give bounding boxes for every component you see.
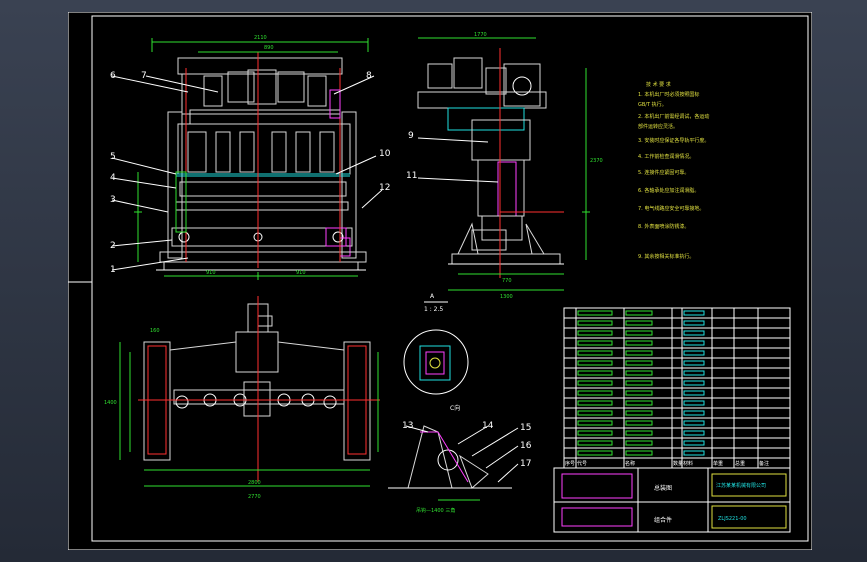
detail-a-label: A xyxy=(430,293,435,300)
bom-header-cell: 单重 xyxy=(713,460,723,467)
plan-view: 2800 2770 1400 160 xyxy=(104,296,380,500)
dim-plan-bottom-1: 2800 xyxy=(248,480,261,486)
title-block: 总装图 组合件 江苏某某机械有限公司 ZLJS221-00 xyxy=(553,467,791,533)
note-line-6: 4. 工作前检查润滑情况。 xyxy=(638,153,694,160)
note-line-9: 7. 电气线路应安全可靠接地。 xyxy=(638,205,704,212)
note-line-1: 1. 本机出厂时必须按照国标 xyxy=(638,91,699,98)
note-line-5: 3. 安装时应保证各导轨平行度。 xyxy=(638,137,709,144)
note-line-11: 9. 其余按相关标准执行。 xyxy=(638,253,694,260)
bom-header-cell: 总重 xyxy=(735,460,745,467)
note-line-8: 6. 各轴承处应加注润滑脂。 xyxy=(638,187,699,194)
assembly-label: 组合件 xyxy=(654,516,672,524)
callout-side-11: 11 xyxy=(406,171,417,181)
bom-header-cell: 备注 xyxy=(759,460,769,467)
detail-c: C向 吊钩—1400 三角 13 14 15 16 17 xyxy=(388,404,532,514)
callout-front-3: 3 xyxy=(110,195,116,205)
callout-detail-16: 16 xyxy=(520,441,532,451)
bom-header-cell: 材料 xyxy=(683,460,693,467)
callout-detail-13: 13 xyxy=(402,421,413,431)
callout-front-4: 4 xyxy=(110,173,116,183)
dim-plan-top-left: 160 xyxy=(150,328,160,334)
side-view: 1770 770 1300 2370 9 11 xyxy=(406,32,603,300)
drawing-name: 总装图 xyxy=(654,484,672,492)
bom-table: 序号 代号 名称 数量 材料 单重 总重 备注 xyxy=(563,307,791,469)
detail-a: A 1 : 2.5 xyxy=(403,293,469,395)
dim-side-top: 1770 xyxy=(474,32,487,38)
detail-c-label: C向 xyxy=(450,404,460,412)
callout-side-9: 9 xyxy=(408,131,414,141)
drawing-sheet: 2110 890 910 910 6 7 8 5 4 3 2 1 10 12 1… xyxy=(68,12,812,550)
bom-header-cell: 名称 xyxy=(625,460,635,467)
drawing-canvas: 2110 890 910 910 6 7 8 5 4 3 2 1 10 12 1… xyxy=(68,12,812,550)
technical-notes: 技 术 要 求 1. 本机出厂时必须按照国标 GB/T 执行。 2. 本机出厂前… xyxy=(638,81,709,260)
dim-plan-bottom-2: 2770 xyxy=(248,494,261,500)
dim-side-bottom-2: 1300 xyxy=(500,294,513,300)
dim-front-bottom-left: 910 xyxy=(206,270,216,276)
callout-front-10: 10 xyxy=(379,149,391,159)
dim-front-bottom-right: 910 xyxy=(296,270,306,276)
note-line-7: 5. 连接件应紧固可靠。 xyxy=(638,169,689,176)
dim-plan-left: 1400 xyxy=(104,400,117,406)
callout-front-5: 5 xyxy=(110,152,116,162)
dim-front-top-inner: 890 xyxy=(264,45,274,51)
callout-front-8: 8 xyxy=(366,71,372,81)
bom-header-cell: 数量 xyxy=(673,460,683,467)
callout-front-6: 6 xyxy=(110,71,116,81)
weld-note: 吊钩—1400 三角 xyxy=(416,507,455,514)
dim-front-top-overall: 2110 xyxy=(254,35,267,41)
callout-front-1: 1 xyxy=(110,265,116,275)
bom-header-cell: 序号 xyxy=(565,460,575,467)
callout-detail-17: 17 xyxy=(520,459,531,469)
drawing-number: ZLJS221-00 xyxy=(718,516,747,522)
cad-viewport: 2110 890 910 910 6 7 8 5 4 3 2 1 10 12 1… xyxy=(0,0,867,562)
note-line-3: 2. 本机出厂前需经调试，各运动 xyxy=(638,113,709,120)
dim-side-bottom-1: 770 xyxy=(502,278,512,284)
note-line-4: 部件运转应灵活。 xyxy=(638,123,678,130)
callout-front-7: 7 xyxy=(141,71,147,81)
detail-a-scale: 1 : 2.5 xyxy=(424,306,443,313)
notes-title: 技 术 要 求 xyxy=(646,81,671,88)
bom-header-cell: 代号 xyxy=(577,460,587,467)
callout-detail-14: 14 xyxy=(482,421,494,431)
callout-front-2: 2 xyxy=(110,241,116,251)
callout-front-12: 12 xyxy=(379,183,390,193)
note-line-2: GB/T 执行。 xyxy=(638,101,667,108)
front-view: 2110 890 910 910 6 7 8 5 4 3 2 1 10 12 xyxy=(110,35,391,280)
company-name: 江苏某某机械有限公司 xyxy=(716,482,766,489)
dim-side-height: 2370 xyxy=(590,158,603,164)
callout-detail-15: 15 xyxy=(520,423,531,433)
note-line-10: 8. 外表面喷涂防锈漆。 xyxy=(638,223,689,230)
